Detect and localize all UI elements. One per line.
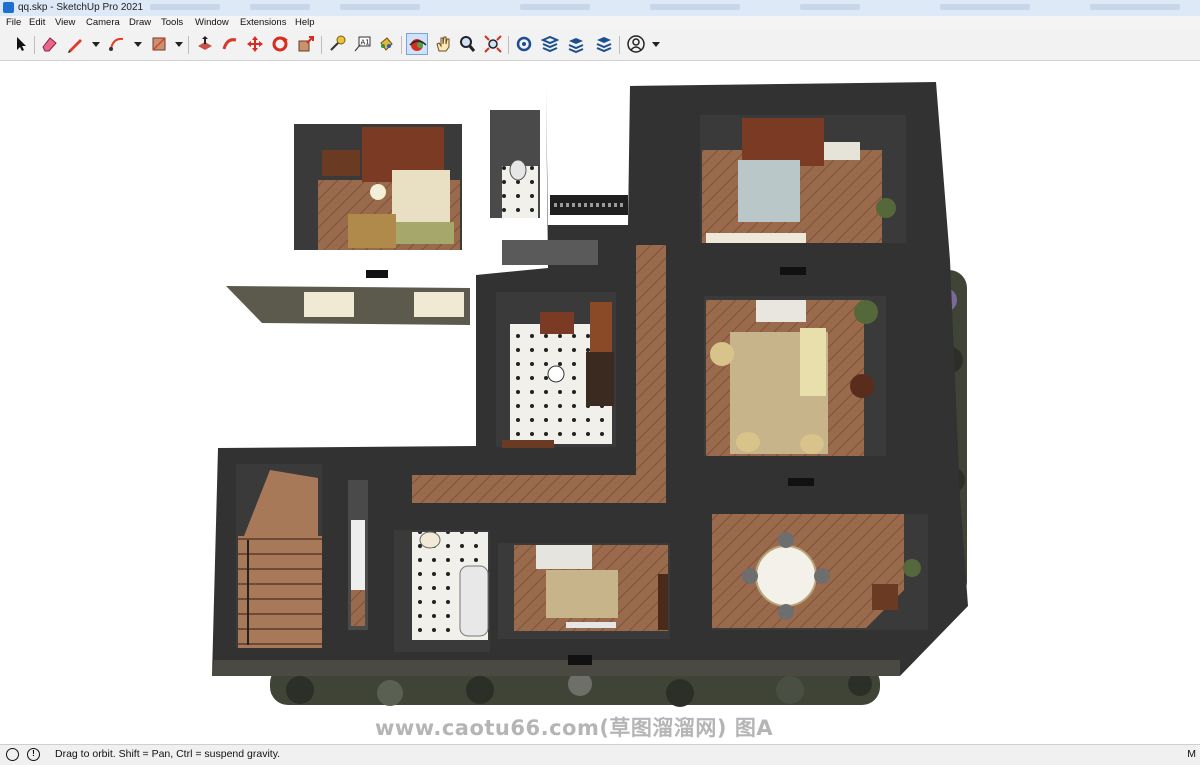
layout-icon[interactable]	[565, 33, 587, 55]
measurements-label: M	[1187, 748, 1196, 760]
scale-icon[interactable]	[295, 33, 317, 55]
menu-window[interactable]: Window	[195, 16, 229, 30]
room-wc	[490, 110, 540, 218]
chevron-down-icon[interactable]	[175, 42, 183, 47]
warehouse-icon[interactable]	[513, 33, 535, 55]
room-living	[704, 296, 886, 456]
background-tab-blur	[1090, 4, 1180, 10]
geo-location-icon[interactable]	[6, 748, 19, 761]
rectangle-icon[interactable]	[148, 33, 170, 55]
status-hint: Drag to orbit. Shift = Pan, Ctrl = suspe…	[55, 748, 281, 760]
menu-tools[interactable]: Tools	[161, 16, 183, 30]
background-tab-blur	[800, 4, 860, 10]
extension-manager-icon[interactable]	[593, 33, 615, 55]
toolbar-separator	[401, 36, 402, 54]
background-tab-blur	[940, 4, 1030, 10]
room-bedroom-2	[700, 115, 906, 243]
main-toolbar: A1	[0, 30, 1200, 61]
svg-text:A1: A1	[361, 39, 370, 47]
arc-icon[interactable]	[106, 33, 128, 55]
background-tab-blur	[250, 4, 310, 10]
rotate-icon[interactable]	[269, 33, 291, 55]
status-bar: ! Drag to orbit. Shift = Pan, Ctrl = sus…	[0, 744, 1200, 765]
info-icon[interactable]: !	[27, 748, 40, 761]
menu-file[interactable]: File	[6, 16, 21, 30]
staircase	[236, 464, 322, 648]
menu-help[interactable]: Help	[295, 16, 315, 30]
eraser-icon[interactable]	[38, 33, 60, 55]
menu-view[interactable]: View	[55, 16, 75, 30]
model-viewport[interactable]	[0, 61, 1200, 743]
menu-edit[interactable]: Edit	[29, 16, 45, 30]
title-bar: qq.skp - SketchUp Pro 2021	[0, 0, 1200, 17]
room-study	[498, 543, 670, 639]
zoom-extents-icon[interactable]	[482, 33, 504, 55]
room-bedroom-1	[294, 124, 462, 250]
zoom-icon[interactable]	[456, 33, 478, 55]
orbit-icon[interactable]	[406, 33, 428, 55]
select-arrow-icon[interactable]	[9, 33, 31, 55]
toolbar-separator	[508, 36, 509, 54]
background-tab-blur	[340, 4, 420, 10]
room-kitchen	[496, 292, 616, 448]
room-closet	[348, 480, 368, 630]
chevron-down-icon[interactable]	[652, 42, 660, 47]
sketchup-app-icon	[3, 2, 14, 13]
window-title: qq.skp - SketchUp Pro 2021	[18, 2, 144, 13]
menu-extensions[interactable]: Extensions	[240, 16, 286, 30]
floor-plan-model	[212, 82, 968, 707]
menu-bar: File Edit View Camera Draw Tools Window …	[0, 16, 1200, 30]
push-pull-icon[interactable]	[194, 33, 216, 55]
account-icon[interactable]	[625, 33, 647, 55]
chevron-down-icon[interactable]	[134, 42, 142, 47]
menu-camera[interactable]: Camera	[86, 16, 120, 30]
room-dining	[712, 514, 928, 630]
tape-measure-icon[interactable]	[326, 33, 348, 55]
extension-warehouse-icon[interactable]	[539, 33, 561, 55]
background-tab-blur	[650, 4, 740, 10]
toolbar-separator	[321, 36, 322, 54]
pencil-line-icon[interactable]	[64, 33, 86, 55]
pan-icon[interactable]	[432, 33, 454, 55]
toolbar-separator	[188, 36, 189, 54]
paint-bucket-icon[interactable]	[375, 33, 397, 55]
background-tab-blur	[520, 4, 590, 10]
toolbar-separator	[619, 36, 620, 54]
toolbar-separator	[34, 36, 35, 54]
move-icon[interactable]	[244, 33, 266, 55]
chevron-down-icon[interactable]	[92, 42, 100, 47]
background-tab-blur	[150, 4, 220, 10]
follow-me-icon[interactable]	[219, 33, 241, 55]
watermark-text: www.caotu66.com(草图溜溜网) 图A	[375, 716, 774, 740]
text-label-icon[interactable]: A1	[351, 33, 373, 55]
menu-draw[interactable]: Draw	[129, 16, 151, 30]
room-bathroom	[394, 530, 490, 652]
